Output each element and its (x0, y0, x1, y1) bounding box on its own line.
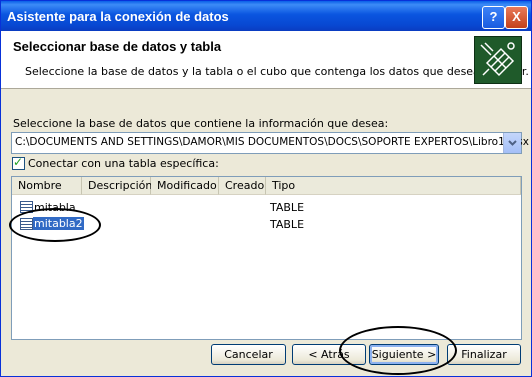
connect-table-label[interactable]: Conectar con una tabla específica: (28, 157, 219, 170)
database-label: Seleccione la base de datos que contiene… (13, 117, 389, 130)
wizard-window: Asistente para la conexión de datos ? X … (0, 0, 532, 377)
connect-table-checkbox[interactable]: ✓ (12, 155, 25, 170)
database-select[interactable]: C:\DOCUMENTS AND SETTINGS\DAMOR\MIS DOCU… (11, 132, 529, 154)
column-header-creado[interactable]: Creado (219, 177, 266, 195)
table-type: TABLE (270, 201, 305, 214)
column-header-descripcion[interactable]: Descripción (82, 177, 152, 195)
title-bar[interactable]: Asistente para la conexión de datos ? X (1, 1, 531, 31)
column-header-modificado[interactable]: Modificado (151, 177, 219, 195)
annotation-circle-selected-row (9, 208, 101, 242)
column-header-nombre[interactable]: Nombre (12, 177, 82, 195)
wizard-header: Seleccionar base de datos y tabla Selecc… (1, 31, 531, 89)
finish-button[interactable]: Finalizar (447, 344, 521, 365)
close-button[interactable]: X (505, 6, 528, 29)
column-header-tipo[interactable]: Tipo (266, 177, 521, 195)
cancel-button[interactable]: Cancelar (211, 344, 286, 365)
checkmark-icon: ✓ (13, 155, 24, 169)
window-title: Asistente para la conexión de datos (7, 9, 229, 24)
database-path: C:\DOCUMENTS AND SETTINGS\DAMOR\MIS DOCU… (15, 136, 529, 148)
database-wizard-icon (474, 36, 522, 84)
help-button[interactable]: ? (482, 6, 505, 29)
table-list[interactable]: Nombre Descripción Modificado Creado Tip… (11, 176, 522, 340)
table-type: TABLE (270, 218, 305, 231)
annotation-circle-next-button (339, 326, 457, 375)
page-title: Seleccionar base de datos y tabla (13, 39, 222, 54)
chevron-down-icon[interactable] (503, 133, 521, 153)
page-subtitle: Seleccione la base de datos y la tabla o… (25, 65, 529, 78)
